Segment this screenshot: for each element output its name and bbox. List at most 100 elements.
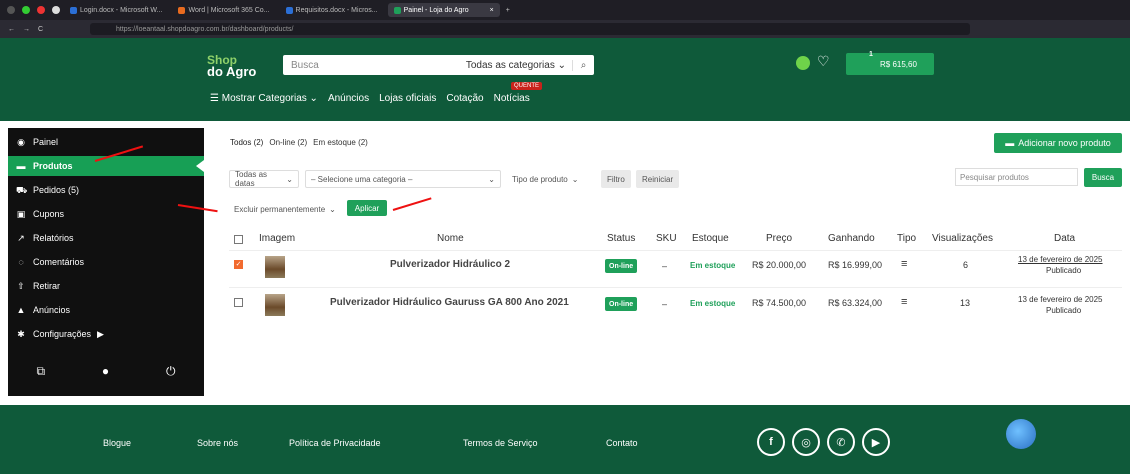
url-bar[interactable]: https://loeantaal.shopdoagro.com.br/dash… [90, 23, 970, 35]
browser-tab[interactable]: Word | Microsoft 365 Co... [172, 3, 275, 17]
date-value[interactable]: 13 de fevereiro de 2025 [1018, 255, 1103, 264]
earning-value: R$ 16.999,00 [828, 260, 883, 270]
avatar[interactable] [796, 56, 810, 70]
cart-count-badge: 1 [869, 51, 873, 58]
power-icon[interactable]: ⏻ [166, 364, 176, 384]
select-all-checkbox[interactable] [234, 235, 243, 244]
row-checkbox[interactable] [234, 298, 243, 307]
browser-tab[interactable]: Requisitos.docx - Micros... [280, 3, 384, 17]
apply-button[interactable]: Aplicar [347, 200, 387, 216]
filter-online[interactable]: On-line (2) [269, 138, 307, 147]
category-filter-select[interactable]: – Selecione uma categoria – ⌄ [305, 170, 501, 188]
search-icon[interactable]: ⌕ [572, 59, 594, 71]
footer-link-contact[interactable]: Contato [606, 438, 638, 448]
product-name[interactable]: Pulverizador Hidráulico 2 [390, 259, 510, 270]
briefcase-icon: ▬ [16, 161, 26, 171]
column-header-image: Imagem [259, 233, 296, 244]
column-header-type: Tipo [897, 233, 917, 244]
browser-nav-bar: ← → C https://loeantaal.shopdoagro.com.b… [0, 20, 1130, 38]
published-label: Publicado [1046, 266, 1082, 275]
sidebar-item-comentarios[interactable]: ◌ Comentários [8, 252, 204, 272]
menu-ads[interactable]: Anúncios [328, 93, 369, 104]
sidebar-item-relatorios[interactable]: ↗ Relatórios [8, 228, 204, 248]
word-icon [285, 6, 293, 14]
product-name[interactable]: Pulverizador Hidráulico Gauruss GA 800 A… [330, 297, 569, 308]
column-header-date: Data [1054, 233, 1076, 244]
filter-all[interactable]: Todos (2) [230, 138, 263, 147]
github-tab-icon[interactable] [52, 6, 60, 14]
sidebar-footer: ⧉ ● ⏻ [8, 364, 204, 384]
row-checkbox[interactable]: ✓ [234, 260, 243, 269]
search-button[interactable]: Busca [1084, 168, 1122, 187]
whatsapp-icon[interactable]: ✆ [827, 428, 855, 456]
filter-button[interactable]: Filtro [601, 170, 631, 188]
browser-tab-active[interactable]: Painel - Loja do Agro × [387, 3, 500, 17]
chevron-down-icon: ⌄ [286, 174, 293, 184]
menu-official-stores[interactable]: Lojas oficiais [379, 93, 436, 104]
office-icon [178, 6, 186, 14]
sidebar-item-retirar[interactable]: ⇧ Retirar [8, 276, 204, 296]
footer-link-about[interactable]: Sobre nós [197, 438, 238, 448]
earning-value: R$ 63.324,00 [828, 298, 883, 308]
annotation-arrow [392, 197, 432, 211]
close-icon[interactable]: × [490, 7, 494, 14]
briefcase-icon: ▬ [1005, 138, 1015, 148]
product-thumbnail[interactable] [265, 294, 285, 316]
published-label: Publicado [1046, 306, 1082, 315]
status-filter-links: Todos (2) On-line (2) Em estoque (2) [230, 138, 368, 147]
youtube-tab-icon[interactable] [37, 6, 45, 14]
menu-news[interactable]: Notícias [494, 93, 530, 104]
user-icon[interactable]: ● [102, 364, 109, 384]
category-select[interactable]: Todas as categorias ⌄ [466, 60, 572, 71]
logo[interactable]: Shop do Agro [207, 54, 256, 78]
heart-icon[interactable]: ♡ [817, 53, 830, 70]
column-header-price: Preço [766, 233, 793, 244]
reset-button[interactable]: Reiniciar [636, 170, 680, 188]
chevron-down-icon: ⌄ [571, 174, 579, 184]
views-value: 6 [963, 260, 969, 270]
add-product-button[interactable]: ▬ Adicionar novo produto [994, 133, 1122, 153]
sidebar-item-cupons[interactable]: ▣ Cupons [8, 204, 204, 224]
dashboard-icon: ◉ [17, 137, 25, 147]
new-tab-icon[interactable]: + [506, 7, 510, 14]
menu-show-categories[interactable]: ☰ Mostrar Categorias ⌄ [210, 93, 318, 104]
date-filter-select[interactable]: Todas as datas ⌄ [229, 170, 299, 188]
browser-tab[interactable]: Login.docx - Microsoft W... [64, 3, 168, 17]
stock-value: Em estoque [690, 261, 736, 270]
sku-value: – [662, 261, 668, 271]
column-header-status: Status [607, 233, 636, 244]
column-header-views: Visualizações [932, 233, 993, 244]
footer-link-blog[interactable]: Blogue [103, 438, 131, 448]
footer-link-terms[interactable]: Termos de Serviço [463, 438, 538, 448]
globe-icon[interactable] [1006, 419, 1036, 449]
sidebar-item-produtos[interactable]: ▬ Produtos [8, 156, 204, 176]
bulk-action-select[interactable]: Excluir permanentemente ⌄ [229, 200, 341, 218]
reload-icon[interactable]: C [38, 26, 43, 33]
sidebar-item-configuracoes[interactable]: ✱ Configurações ▶ [8, 324, 204, 344]
filter-in-stock[interactable]: Em estoque (2) [313, 138, 368, 147]
sidebar-item-pedidos[interactable]: ⛟ Pedidos (5) [8, 180, 204, 200]
menu-quote[interactable]: Cotação [446, 93, 483, 104]
youtube-icon[interactable]: ▶ [862, 428, 890, 456]
stock-value: Em estoque [690, 299, 736, 308]
product-type-select[interactable]: Tipo de produto ⌄ [507, 170, 595, 188]
instagram-icon[interactable]: ◎ [792, 428, 820, 456]
site-footer: Blogue Sobre nós Política de Privacidade… [0, 405, 1130, 474]
product-type-icon: ≡ [901, 296, 908, 308]
whatsapp-tab-icon[interactable] [22, 6, 30, 14]
external-link-icon[interactable]: ⧉ [36, 364, 45, 384]
sidebar-item-anuncios[interactable]: ▲ Anúncios [8, 300, 204, 320]
facebook-icon[interactable]: f [757, 428, 785, 456]
footer-link-privacy[interactable]: Política de Privacidade [289, 438, 381, 448]
cart-button[interactable]: R$ 615,60 [846, 53, 934, 75]
product-thumbnail[interactable] [265, 256, 285, 278]
back-icon[interactable]: ← [8, 26, 15, 33]
hot-badge: QUENTE [511, 82, 543, 90]
sidebar-item-painel[interactable]: ◉ Painel [8, 132, 204, 152]
window-icon[interactable] [7, 6, 15, 14]
upload-icon: ⇧ [17, 281, 25, 291]
product-search-input[interactable]: Pesquisar produtos [955, 168, 1078, 186]
main-menu: ☰ Mostrar Categorias ⌄ Anúncios Lojas of… [210, 93, 530, 104]
forward-icon[interactable]: → [23, 26, 30, 33]
search-input[interactable]: Busca [283, 60, 466, 71]
